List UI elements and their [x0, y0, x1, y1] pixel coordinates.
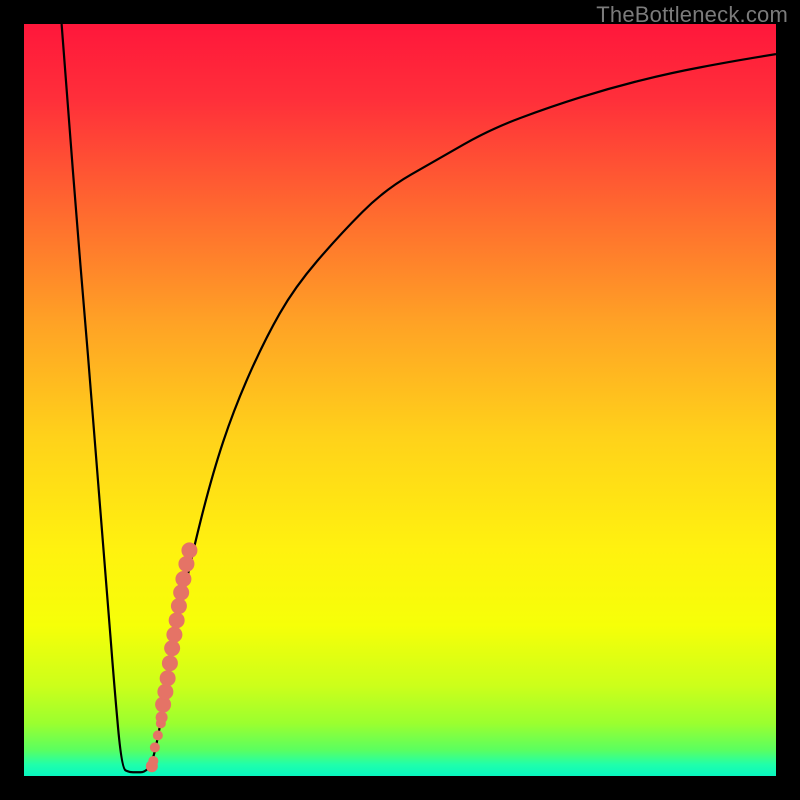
highlight-dot — [160, 670, 176, 686]
highlight-dot — [166, 627, 182, 643]
highlight-dot — [173, 585, 189, 601]
highlight-dot — [164, 640, 180, 656]
highlight-dot — [153, 730, 163, 740]
highlight-dot — [175, 571, 191, 587]
highlight-dot — [162, 655, 178, 671]
highlight-dot — [169, 612, 185, 628]
highlight-dot — [171, 598, 187, 614]
highlight-dot — [150, 742, 160, 752]
watermark-text: TheBottleneck.com — [596, 2, 788, 28]
highlight-dot — [156, 711, 168, 723]
chart-frame: TheBottleneck.com — [0, 0, 800, 800]
highlight-dot — [178, 556, 194, 572]
highlight-dot — [181, 542, 197, 558]
highlight-dot — [157, 684, 173, 700]
chart-svg — [24, 24, 776, 776]
highlight-dot — [148, 756, 158, 766]
highlight-dots — [146, 542, 198, 772]
chart-plot-area — [24, 24, 776, 776]
